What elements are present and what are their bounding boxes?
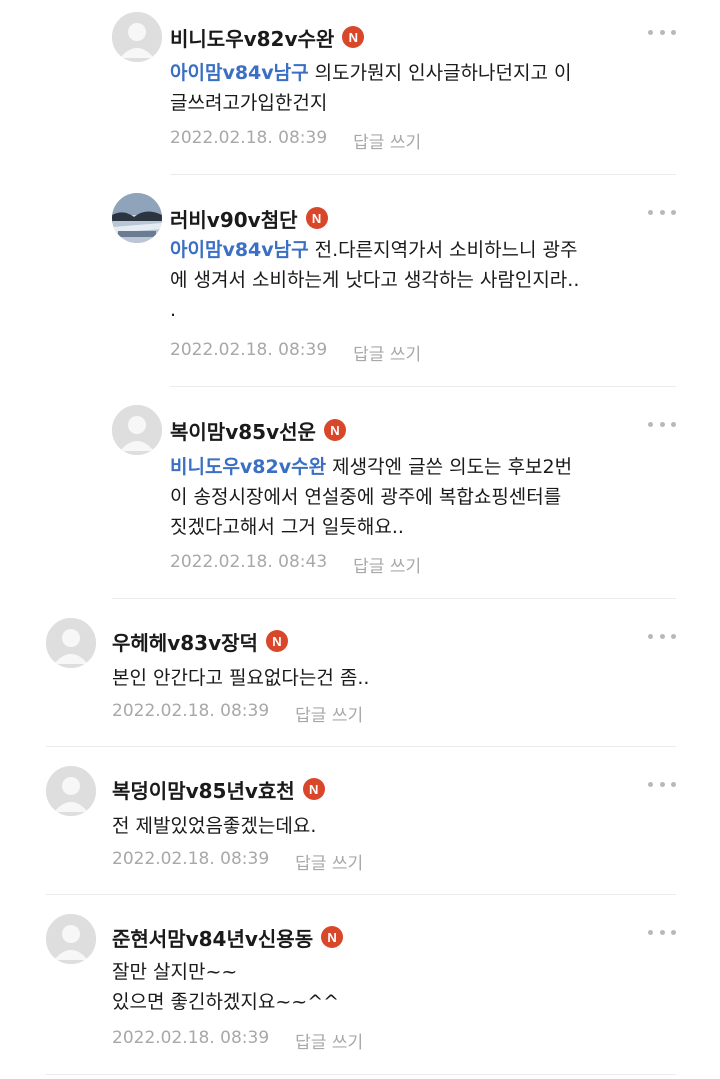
comment-text-line: 의도가뭔지 인사글하나던지고 이 (308, 62, 572, 84)
reply-button[interactable]: 답글 쓰기 (295, 701, 363, 726)
comment-text-line: 본인 안간다고 필요없다는건 좀.. (112, 667, 370, 689)
comment-text-line: 짓겠다고해서 그거 일듯해요.. (170, 516, 404, 538)
comment-text: 비니도우v82v수완 제생각엔 글쓴 의도는 후보2번 이 송정시장에서 연설중… (170, 452, 572, 542)
reply-button[interactable]: 답글 쓰기 (353, 552, 421, 577)
comment-text: 본인 안간다고 필요없다는건 좀.. (112, 663, 369, 693)
comment-author-nickname[interactable]: 복이맘v85v선운 (170, 416, 316, 445)
comment-text-line: . (170, 299, 177, 321)
n-badge-icon: N (305, 207, 328, 229)
comment-text-line: 잘만 살지만~~ (112, 961, 238, 983)
more-options-icon[interactable] (648, 926, 676, 938)
comment-date: 2022.02.18. 08:39 (170, 340, 328, 360)
n-badge-icon: N (265, 630, 288, 652)
more-options-icon[interactable] (648, 206, 676, 218)
comment-text-line: 전.다른지역가서 소비하느니 광주 (308, 239, 578, 261)
comment-author-nickname[interactable]: 준현서맘v84년v신용동 (112, 923, 313, 952)
comment-date: 2022.02.18. 08:39 (170, 128, 328, 148)
reply-button[interactable]: 답글 쓰기 (295, 1028, 363, 1053)
n-badge-icon: N (342, 26, 365, 48)
n-badge-icon: N (302, 778, 325, 800)
reply-button[interactable]: 답글 쓰기 (295, 849, 363, 874)
mention-link[interactable]: 아이맘v84v남구 (170, 62, 309, 84)
comment-date: 2022.02.18. 08:39 (112, 849, 270, 869)
more-options-icon[interactable] (648, 418, 676, 430)
default-avatar-icon[interactable] (46, 914, 96, 964)
default-avatar-icon[interactable] (46, 766, 96, 816)
comment-text-line: 전 제발있었음좋겠는데요. (112, 815, 317, 837)
divider (46, 894, 676, 895)
divider (46, 1074, 676, 1075)
comment-text: 잘만 살지만~~ 있으면 좋긴하겠지요~~^^ (112, 957, 339, 1017)
comment-date: 2022.02.18. 08:39 (112, 1028, 270, 1048)
divider (170, 386, 676, 387)
n-badge-icon: N (323, 419, 346, 441)
comment-text: 아이맘v84v남구 의도가뭔지 인사글하나던지고 이 글쓰려고가입한건지 (170, 58, 571, 118)
comment-text-line: 있으면 좋긴하겠지요~~^^ (112, 991, 340, 1013)
mention-link[interactable]: 비니도우v82v수완 (170, 456, 326, 478)
comment-text: 아이맘v84v남구 전.다른지역가서 소비하느니 광주 에 생겨서 소비하는게 … (170, 235, 579, 325)
divider (170, 174, 676, 175)
comment-text-line: 제생각엔 글쓴 의도는 후보2번 (326, 456, 573, 478)
default-avatar-icon[interactable] (112, 405, 162, 455)
comment-date: 2022.02.18. 08:43 (170, 552, 328, 572)
comment-author-nickname[interactable]: 복덩이맘v85년v효천 (112, 775, 295, 804)
mention-link[interactable]: 아이맘v84v남구 (170, 239, 309, 261)
comment-text-line: 에 생겨서 소비하는게 낫다고 생각하는 사람인지라.. (170, 269, 580, 291)
comment-author-nickname[interactable]: 러비v90v첨단 (170, 204, 298, 233)
more-options-icon[interactable] (648, 26, 676, 38)
reply-button[interactable]: 답글 쓰기 (353, 340, 421, 365)
comment-text: 전 제발있었음좋겠는데요. (112, 811, 316, 841)
more-options-icon[interactable] (648, 630, 676, 642)
divider (46, 746, 676, 747)
reply-button[interactable]: 답글 쓰기 (353, 128, 421, 153)
comment-date: 2022.02.18. 08:39 (112, 701, 270, 721)
comment-text-line: 이 송정시장에서 연설중에 광주에 복합쇼핑센터를 (170, 486, 562, 508)
comment-text-line: 글쓰려고가입한건지 (170, 92, 328, 114)
n-badge-icon: N (321, 926, 344, 948)
comment-author-nickname[interactable]: 비니도우v82v수완 (170, 23, 334, 52)
profile-photo-avatar[interactable] (112, 193, 162, 243)
more-options-icon[interactable] (648, 778, 676, 790)
divider (112, 598, 676, 599)
default-avatar-icon[interactable] (46, 618, 96, 668)
comment-author-nickname[interactable]: 우헤헤v83v장덕 (112, 627, 258, 656)
default-avatar-icon[interactable] (112, 12, 162, 62)
